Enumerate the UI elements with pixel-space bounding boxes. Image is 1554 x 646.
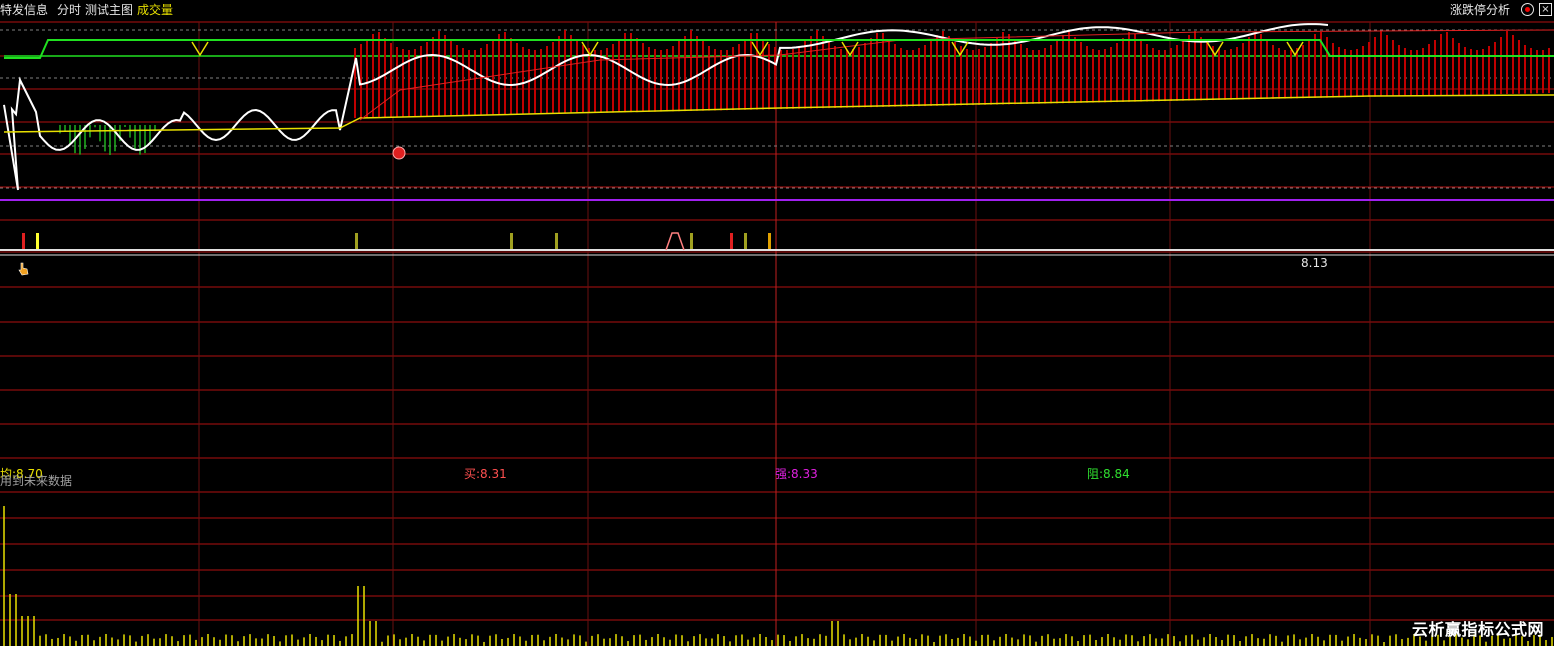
avg-line xyxy=(3,94,1554,133)
v-marker xyxy=(751,41,769,57)
watermark: 云析赢指标公式网 xyxy=(1411,620,1544,639)
resist-label: 阻:8.84 xyxy=(1087,467,1130,481)
signal-marker xyxy=(510,233,513,249)
signal-markers xyxy=(22,232,771,251)
signal-marker xyxy=(555,233,558,249)
strong-label: 强:8.33 xyxy=(775,467,818,481)
v-marker xyxy=(841,41,859,57)
signal-marker xyxy=(36,233,39,249)
signal-marker xyxy=(22,233,25,249)
v-marker xyxy=(1286,41,1304,57)
v-marker xyxy=(1206,41,1224,57)
buy-label: 买:8.31 xyxy=(464,467,507,481)
volume-bars xyxy=(3,506,1553,646)
signal-marker xyxy=(730,233,733,249)
signal-peak xyxy=(665,232,685,251)
price-tag: 8.13 xyxy=(1301,256,1328,270)
future-data-note: 用到未来数据 xyxy=(0,474,73,488)
signal-marker xyxy=(768,233,771,249)
signal-marker xyxy=(355,233,358,249)
red-ball-icon xyxy=(392,146,406,160)
signal-marker xyxy=(690,233,693,249)
intraday-chart[interactable] xyxy=(0,0,1554,646)
signal-marker xyxy=(744,233,747,249)
hand-cursor-icon xyxy=(18,262,29,276)
grid-lines xyxy=(0,21,1554,646)
v-marker xyxy=(191,41,209,57)
